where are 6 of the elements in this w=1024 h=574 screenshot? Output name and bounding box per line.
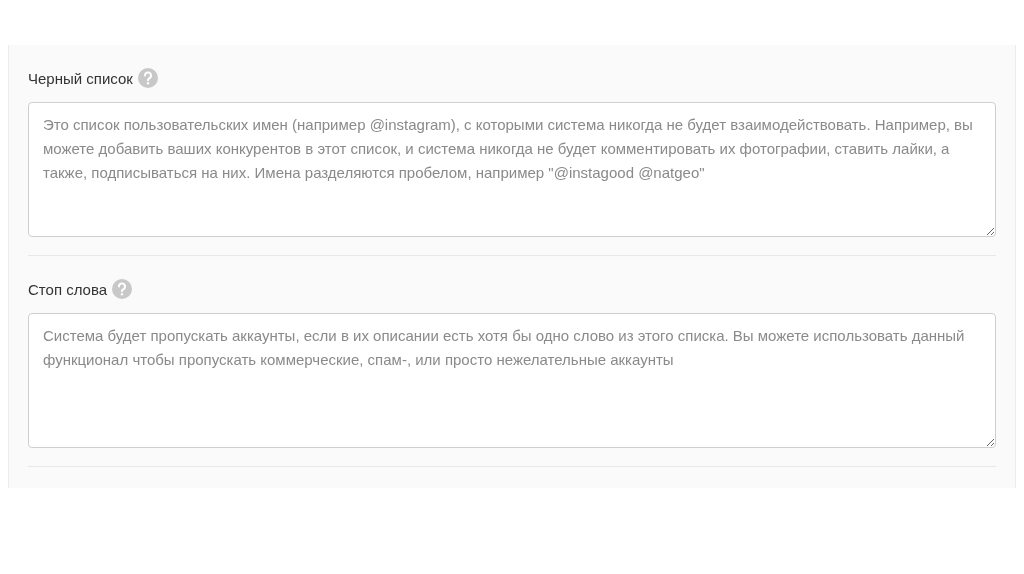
text-area[interactable]: Система будет пропускать аккаунты, если в их описании есть хотя бы одно слово из этого списка. Вы можете использовать данный функционал чтобы пропускать коммерческие, спам-, или просто нежелательные аккаунты: [28, 313, 996, 448]
help-icon[interactable]: [112, 279, 133, 299]
text-area[interactable]: Это список пользовательских имен (например @instagram), с которыми система никогда не будет взаимодействовать. Например, вы можете добавить ваших конкурентов в этот список, и система никогда не будет комментировать их фотографии, ставить лайки, а также, подписываться на них. Имена разделяются пробелом, например "@instagood @natgeo": [28, 102, 996, 237]
field-label: Стоп слова: [28, 280, 108, 298]
help-icon[interactable]: [137, 68, 158, 88]
field-label: Черный список: [28, 69, 133, 87]
